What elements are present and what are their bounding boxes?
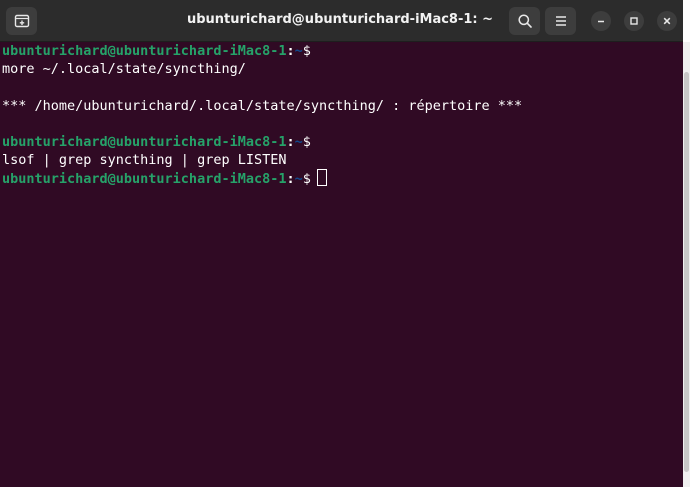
minimize-button[interactable] — [591, 11, 611, 31]
prompt-line: ubunturichard@ubunturichard-iMac8-1:~$ — [2, 169, 683, 187]
prompt-separator: : — [286, 43, 295, 59]
search-icon — [517, 14, 532, 28]
prompt-user-host: ubunturichard@ubunturichard-iMac8-1 — [2, 133, 287, 150]
title-bar[interactable]: ubunturichard@ubunturichard-iMac8-1: ~ — [0, 0, 683, 42]
prompt-separator: : — [286, 171, 295, 188]
search-button[interactable] — [509, 7, 540, 35]
prompt-path: ~ — [294, 43, 303, 59]
hamburger-menu-icon — [555, 16, 566, 26]
minimize-icon — [598, 20, 604, 23]
prompt-user-host: ubunturichard@ubunturichard-iMac8-1 — [2, 171, 287, 188]
new-tab-icon — [14, 14, 29, 28]
menu-button[interactable] — [545, 7, 576, 35]
prompt-path: ~ — [294, 133, 303, 150]
terminal-output[interactable]: ubunturichard@ubunturichard-iMac8-1:~$ m… — [0, 42, 683, 487]
background-scrollbar[interactable] — [683, 42, 690, 487]
command-line: lsof | grep syncthing | grep LISTEN — [2, 152, 287, 169]
prompt-sign: $ — [302, 133, 311, 150]
prompt-user-host: ubunturichard@ubunturichard-iMac8-1 — [2, 43, 287, 59]
prompt-path: ~ — [294, 171, 303, 188]
new-tab-button[interactable] — [6, 7, 37, 35]
window-title: ubunturichard@ubunturichard-iMac8-1: ~ — [186, 12, 494, 27]
output-line: *** /home/ubunturichard/.local/state/syn… — [2, 97, 523, 114]
prompt-line: ubunturichard@ubunturichard-iMac8-1:~$ — [2, 133, 683, 151]
prompt-sign: $ — [302, 171, 311, 188]
prompt-sign: $ — [302, 43, 311, 59]
prompt-separator: : — [286, 133, 295, 150]
maximize-icon — [630, 17, 638, 25]
scrollbar-thumb[interactable] — [684, 72, 689, 472]
close-icon — [663, 17, 671, 25]
maximize-button[interactable] — [624, 11, 644, 31]
terminal-window: ubunturichard@ubunturichard-iMac8-1: ~ u… — [0, 0, 683, 487]
command-line: more ~/.local/state/syncthing/ — [2, 61, 246, 78]
close-button[interactable] — [657, 11, 677, 31]
prompt-line: ubunturichard@ubunturichard-iMac8-1:~$ — [2, 42, 683, 60]
text-cursor — [316, 169, 327, 187]
